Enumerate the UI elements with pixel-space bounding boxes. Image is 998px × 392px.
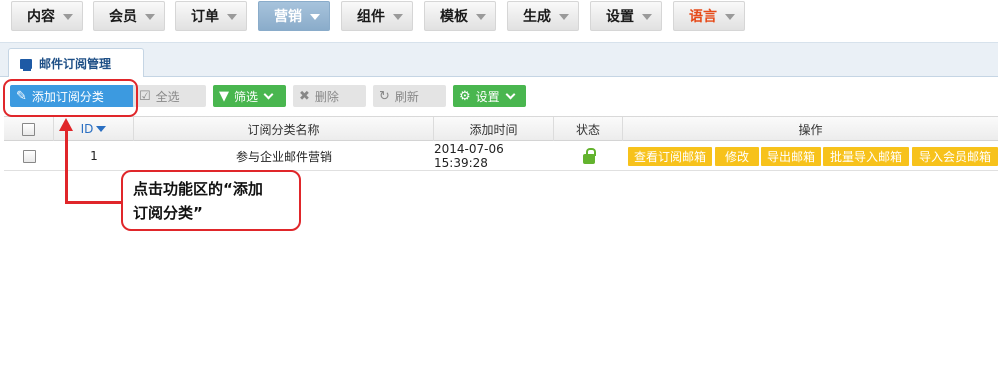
row-status — [554, 141, 623, 171]
export-emails-button[interactable]: 导出邮箱 — [761, 147, 821, 166]
batch-import-button[interactable]: 批量导入邮箱 — [823, 147, 909, 166]
select-all-checkbox[interactable] — [22, 122, 35, 136]
checkbox-icon: ☑ — [139, 88, 151, 104]
import-member-emails-button[interactable]: 导入会员邮箱 — [912, 147, 998, 166]
nav-marketing[interactable]: 营销 — [258, 1, 330, 31]
chevron-down-icon — [393, 14, 403, 20]
nav-language[interactable]: 语言 — [673, 1, 745, 31]
header-time-label: 添加时间 — [469, 122, 518, 137]
nav-members[interactable]: 会员 — [93, 1, 165, 31]
top-navigation: 内容 会员 订单 营销 组件 模板 生成 设置 语言 — [0, 0, 998, 32]
header-id-label: ID — [80, 122, 94, 136]
chevron-down-icon — [725, 14, 735, 20]
unlocked-icon[interactable] — [582, 147, 596, 164]
nav-components[interactable]: 组件 — [341, 1, 413, 31]
arrow-up-icon — [59, 118, 73, 131]
header-status: 状态 — [554, 117, 623, 141]
annotation-arrow-line — [65, 126, 68, 204]
settings-button[interactable]: ⚙ 设置 — [453, 85, 526, 107]
tab-label: 邮件订阅管理 — [39, 57, 112, 71]
nav-templates[interactable]: 模板 — [424, 1, 496, 31]
nav-marketing-label: 营销 — [274, 9, 302, 25]
settings-label: 设置 — [475, 89, 500, 104]
delete-button[interactable]: ✖ 删除 — [293, 85, 366, 107]
callout-line-2: 订阅分类” — [133, 204, 203, 222]
chevron-down-icon — [559, 14, 569, 20]
nav-members-label: 会员 — [109, 9, 137, 25]
delete-label: 删除 — [314, 89, 339, 104]
chevron-down-icon — [63, 14, 73, 20]
close-icon: ✖ — [299, 88, 310, 104]
callout-line-1: 点击功能区的“添加 — [133, 180, 263, 198]
nav-templates-label: 模板 — [440, 9, 468, 25]
chevron-down-icon — [145, 14, 155, 20]
view-emails-button[interactable]: 查看订阅邮箱 — [628, 147, 712, 166]
toolbar: ✎ 添加订阅分类 ☑ 全选 ▼ 筛选 ✖ 删除 ↻ 刷新 ⚙ 设置 — [0, 77, 998, 115]
nav-generate[interactable]: 生成 — [507, 1, 579, 31]
nav-orders-label: 订单 — [191, 9, 219, 25]
select-all-label: 全选 — [155, 89, 180, 104]
annotation-callout: 点击功能区的“添加 订阅分类” — [121, 170, 301, 231]
header-actions-label: 操作 — [798, 122, 823, 137]
chevron-down-icon — [642, 14, 652, 20]
nav-content[interactable]: 内容 — [11, 1, 83, 31]
row-checkbox-cell — [4, 141, 54, 171]
tab-bar: 邮件订阅管理 — [0, 42, 998, 78]
chevron-down-icon — [505, 89, 516, 99]
header-name-label: 订阅分类名称 — [247, 122, 320, 137]
filter-icon: ▼ — [219, 88, 229, 104]
chevron-down-icon — [310, 14, 320, 20]
select-all-button[interactable]: ☑ 全选 — [133, 85, 206, 107]
chevron-down-icon — [476, 14, 486, 20]
nav-components-label: 组件 — [357, 9, 385, 25]
nav-generate-label: 生成 — [523, 9, 551, 25]
header-actions: 操作 — [623, 117, 998, 141]
refresh-button[interactable]: ↻ 刷新 — [373, 85, 446, 107]
nav-settings[interactable]: 设置 — [590, 1, 662, 31]
filter-label: 筛选 — [234, 89, 259, 104]
chevron-down-icon — [263, 89, 274, 99]
row-name: 参与企业邮件营销 — [235, 149, 332, 164]
nav-content-label: 内容 — [27, 9, 55, 25]
refresh-icon: ↻ — [379, 88, 390, 104]
nav-settings-label: 设置 — [606, 9, 634, 25]
highlight-box — [3, 79, 138, 117]
refresh-label: 刷新 — [394, 89, 419, 104]
header-status-label: 状态 — [575, 122, 600, 137]
monitor-icon — [20, 58, 32, 71]
row-checkbox[interactable] — [22, 149, 36, 163]
annotation-arrow-connector — [65, 201, 123, 204]
sort-desc-icon — [96, 126, 107, 132]
row-time: 2014-07-06 15:39:28 — [434, 142, 504, 170]
edit-button[interactable]: 修改 — [715, 147, 759, 166]
table-header: ID 订阅分类名称 添加时间 状态 操作 — [4, 116, 998, 141]
chevron-down-icon — [227, 14, 237, 20]
header-name: 订阅分类名称 — [134, 117, 434, 141]
header-checkbox-cell — [4, 117, 54, 141]
header-time: 添加时间 — [434, 117, 554, 141]
nav-language-label: 语言 — [689, 9, 717, 25]
nav-orders[interactable]: 订单 — [175, 1, 247, 31]
filter-button[interactable]: ▼ 筛选 — [213, 85, 286, 107]
gear-icon: ⚙ — [459, 88, 471, 104]
tab-email-subscription[interactable]: 邮件订阅管理 — [8, 48, 144, 78]
table-row: 1 参与企业邮件营销 2014-07-06 15:39:28 查看订阅邮箱 修改… — [4, 141, 998, 171]
